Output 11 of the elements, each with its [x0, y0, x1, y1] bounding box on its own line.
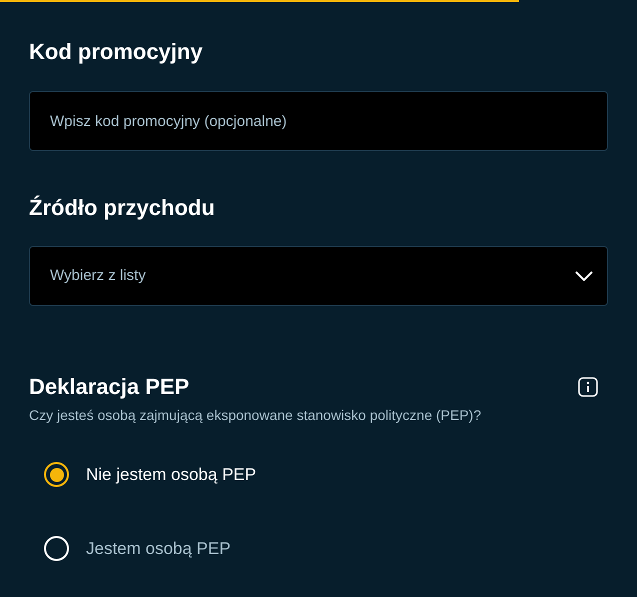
promo-code-field[interactable]: Wpisz kod promocyjny (opcjonalne)	[29, 91, 608, 151]
income-source-select[interactable]: Wybierz z listy	[29, 246, 608, 306]
section-title: Deklaracja PEP	[29, 373, 190, 401]
radio-button[interactable]	[44, 462, 69, 488]
chevron-down-icon	[575, 271, 593, 281]
radio-label[interactable]: Nie jestem osobą PEP	[86, 462, 256, 488]
section-title: Kod promocyjny	[29, 38, 204, 66]
info-icon[interactable]	[578, 377, 598, 397]
radio-label[interactable]: Jestem osobą PEP	[86, 536, 231, 561]
section-title: Źródło przychodu	[29, 194, 216, 222]
question-text: Czy jesteś osobą zajmującą eksponowane stanowisko polityczne (PEP)?	[29, 406, 482, 425]
